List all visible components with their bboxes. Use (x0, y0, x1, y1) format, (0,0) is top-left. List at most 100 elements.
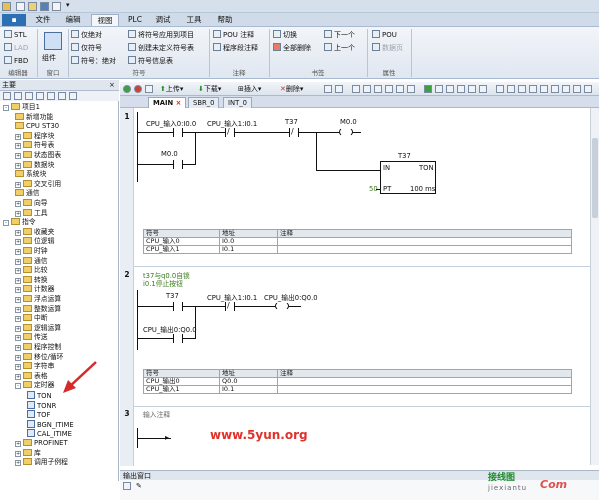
table-row[interactable]: CPU_输出0 Q0.0 (143, 377, 572, 386)
run-icon[interactable] (123, 85, 131, 93)
expand-icon[interactable]: + (15, 277, 21, 284)
tree-node[interactable]: + PROFINET (15, 439, 68, 448)
tree-tool-icon[interactable] (25, 92, 33, 100)
toolbar-icon[interactable] (352, 85, 360, 93)
expand-icon[interactable]: + (15, 258, 21, 265)
tree-node[interactable]: + 表格 (15, 371, 48, 381)
table-row[interactable]: CPU_输入1 I0.1 (143, 245, 572, 254)
download-button[interactable]: ⬇下载▾ (198, 84, 221, 94)
tree-node[interactable]: CAL_ITIME (27, 429, 72, 438)
tree-node[interactable]: + 中断 (15, 314, 48, 323)
component-button[interactable]: 组件 (42, 53, 56, 64)
upload-button[interactable]: ⬆上传▾ (160, 84, 183, 94)
menu-help[interactable]: 帮助 (212, 14, 238, 26)
tree-node[interactable]: + 整数运算 (15, 304, 61, 314)
tree-node[interactable]: + 程序块 (15, 131, 54, 141)
toolbar-icon[interactable] (396, 85, 404, 93)
tree-node[interactable]: + 符号表 (15, 141, 54, 150)
insert-button[interactable]: ⊞插入▾ (238, 84, 261, 94)
expand-icon[interactable]: + (15, 297, 21, 303)
tree-node[interactable]: + 程序控制 (15, 343, 61, 352)
expand-icon[interactable]: + (15, 450, 21, 457)
pou-property-button[interactable]: POU (372, 30, 397, 41)
expand-icon[interactable]: + (15, 287, 21, 294)
tree-node[interactable]: + 库 (15, 448, 41, 458)
stl-button[interactable]: STL (4, 30, 27, 41)
data-page-button[interactable]: 数据页 (372, 43, 403, 54)
tree-node[interactable]: 通信 (15, 189, 40, 198)
compile-icon[interactable] (145, 85, 153, 93)
stop-icon[interactable] (134, 85, 142, 93)
expand-icon[interactable]: + (15, 133, 21, 140)
open-icon[interactable] (28, 2, 37, 11)
symbol-absolute-button[interactable]: 符号：绝对 (71, 56, 116, 67)
menu-tools[interactable]: 工具 (181, 14, 207, 26)
apply-symbols-button[interactable]: 将符号应用到项目 (128, 30, 194, 41)
menu-view[interactable]: 视图 (91, 14, 119, 26)
expand-icon[interactable]: + (15, 229, 21, 236)
expand-icon[interactable]: + (15, 364, 21, 371)
absolute-only-button[interactable]: 仅绝对 (71, 30, 102, 41)
tree-node[interactable]: + 交叉引用 (15, 179, 61, 189)
tree-node[interactable]: + 状态图表 (15, 151, 61, 160)
create-undefined-symbols-button[interactable]: 创建未定义符号表 (128, 43, 194, 54)
tree-node[interactable]: + 调用子例程 (15, 458, 68, 467)
tree-node[interactable]: + 数据块 (15, 160, 54, 170)
expand-icon[interactable]: + (15, 249, 21, 255)
tree-node[interactable]: + 通信 (15, 256, 48, 266)
output-tool-icon[interactable] (123, 482, 131, 490)
pin-icon[interactable]: ✎ (136, 482, 144, 490)
coil-tool-icon[interactable] (551, 85, 559, 93)
tree-node[interactable]: + 时钟 (15, 247, 48, 256)
expand-icon[interactable]: + (15, 460, 21, 467)
collapse-icon[interactable]: - (3, 105, 9, 111)
expand-icon[interactable]: + (15, 153, 21, 159)
expand-icon[interactable]: + (15, 306, 21, 313)
contact-tool-icon[interactable] (496, 85, 504, 93)
toolbar-icon[interactable] (363, 85, 371, 93)
save-icon[interactable] (40, 2, 49, 11)
tree-node[interactable]: TONR (27, 400, 56, 410)
toolbar-icon[interactable] (424, 85, 432, 93)
tree-node[interactable]: + 位逻辑 (15, 237, 54, 246)
next-bookmark-button[interactable]: 下一个 (324, 30, 355, 41)
tab-main[interactable]: MAIN × (148, 97, 187, 108)
tab-int0[interactable]: INT_0 (223, 97, 252, 108)
table-row[interactable]: CPU_输入1 I0.1 (143, 385, 572, 394)
pou-comment-button[interactable]: POU 注释 (213, 30, 254, 41)
new-icon[interactable] (16, 2, 25, 11)
fbd-button[interactable]: FBD (4, 56, 28, 67)
symbol-only-button[interactable]: 仅符号 (71, 43, 102, 54)
toolbar-icon[interactable] (468, 85, 476, 93)
tree-node[interactable]: + 向导 (15, 199, 48, 208)
tree-node[interactable]: + 转换 (15, 275, 48, 285)
tree-node[interactable]: 新增功能 (15, 112, 53, 122)
app-menu-button[interactable]: ▪ (2, 14, 26, 26)
tree-node[interactable]: TON (27, 391, 52, 400)
toolbar-icon[interactable] (324, 85, 332, 93)
close-icon[interactable]: × (176, 99, 182, 107)
toolbar-icon[interactable] (435, 85, 443, 93)
expand-icon[interactable]: + (15, 143, 21, 150)
tree-node[interactable]: + 比较 (15, 266, 48, 275)
quick-access-dropdown-icon[interactable]: ▾ (66, 2, 75, 11)
tree-node[interactable]: + 收藏夹 (15, 227, 54, 237)
collapse-icon[interactable]: - (15, 383, 21, 390)
prev-bookmark-button[interactable]: 上一个 (324, 43, 355, 54)
toolbar-icon[interactable] (374, 85, 382, 93)
toolbar-icon[interactable] (457, 85, 465, 93)
expand-icon[interactable]: + (15, 201, 21, 207)
expand-icon[interactable]: + (15, 162, 21, 169)
output-window[interactable]: ✎ (120, 480, 599, 500)
expand-icon[interactable]: + (15, 345, 21, 351)
collapse-icon[interactable]: - (3, 220, 9, 227)
vertical-scrollbar[interactable] (590, 108, 599, 465)
tree-tool-icon[interactable] (14, 92, 22, 100)
expand-icon[interactable]: + (15, 316, 21, 323)
segment-comment[interactable]: 输入注释 (143, 409, 170, 419)
segment-comment-button[interactable]: 程序段注释 (213, 43, 258, 54)
toolbar-icon[interactable] (446, 85, 454, 93)
expand-icon[interactable]: + (15, 354, 21, 361)
menu-edit[interactable]: 编辑 (60, 14, 86, 26)
tree-tool-icon[interactable] (69, 92, 77, 100)
